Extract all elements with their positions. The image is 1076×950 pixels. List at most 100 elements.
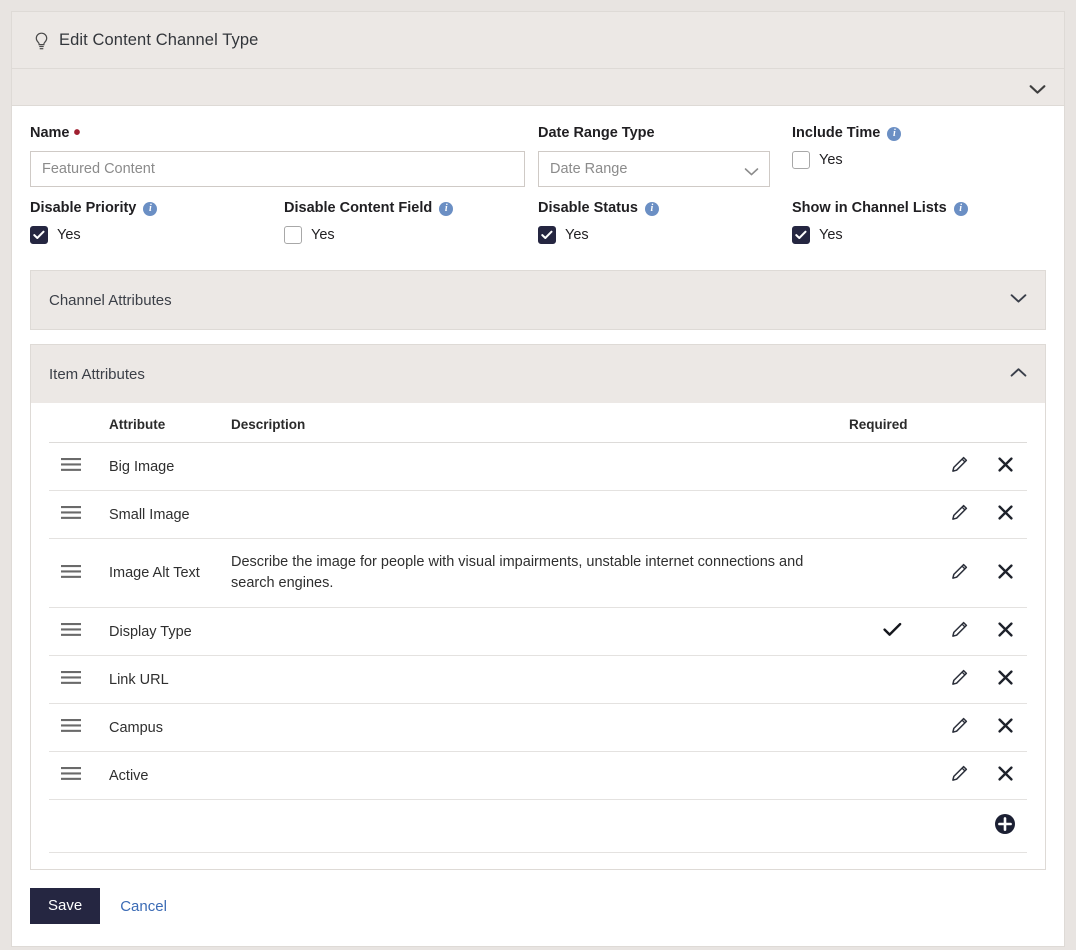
date-range-type-select[interactable]: Date Range <box>538 151 770 187</box>
close-icon[interactable] <box>997 622 1013 641</box>
close-icon[interactable] <box>997 505 1013 524</box>
table-row: Active <box>49 751 1027 800</box>
disable-content-field-checkbox-row[interactable]: Yes <box>284 226 538 244</box>
field-date-range-type-label: Date Range Type <box>538 124 792 143</box>
row-edit-cell <box>935 655 983 704</box>
channel-attributes-panel-header[interactable]: Channel Attributes <box>31 271 1045 329</box>
date-range-type-selected-value: Date Range <box>550 161 628 177</box>
pencil-icon[interactable] <box>951 504 968 525</box>
cancel-button[interactable]: Cancel <box>120 898 167 915</box>
row-drag-handle-cell <box>49 538 109 608</box>
show-in-channel-lists-checkbox[interactable] <box>792 226 810 244</box>
save-button[interactable]: Save <box>30 888 101 924</box>
row-drag-handle-cell <box>49 442 109 491</box>
row-drag-handle-cell <box>49 751 109 800</box>
info-icon[interactable]: i <box>953 201 968 216</box>
show-in-channel-lists-checkbox-row[interactable]: Yes <box>792 226 1046 244</box>
date-range-type-select-wrap: Date Range <box>538 151 770 187</box>
disable-status-checkbox[interactable] <box>538 226 556 244</box>
table-row: Big Image <box>49 442 1027 491</box>
row-description-cell <box>231 751 849 800</box>
row-delete-cell <box>983 490 1027 539</box>
row-edit-cell <box>935 607 983 656</box>
row-required-cell <box>849 538 935 608</box>
row-required-cell <box>849 655 935 704</box>
table-row: Image Alt Text Describe the image for peo… <box>49 538 1027 608</box>
close-icon[interactable] <box>997 718 1013 737</box>
disable-content-field-checkbox[interactable] <box>284 226 302 244</box>
channel-attributes-panel: Channel Attributes <box>30 270 1046 330</box>
card-header: Edit Content Channel Type <box>12 12 1064 69</box>
pencil-icon[interactable] <box>951 621 968 642</box>
row-attribute-cell: Big Image <box>109 442 231 491</box>
column-header-attribute: Attribute <box>109 403 231 443</box>
drag-handle-icon[interactable] <box>61 564 81 583</box>
close-icon[interactable] <box>997 563 1013 583</box>
disable-priority-checkbox-row[interactable]: Yes <box>30 226 284 244</box>
row-description-text: Describe the image for people with visua… <box>231 554 804 591</box>
card-collapse-bar[interactable] <box>12 69 1064 106</box>
row-description-cell <box>231 703 849 752</box>
row-attribute-name: Small Image <box>109 506 190 523</box>
row-required-cell <box>849 490 935 539</box>
field-name: Name • <box>30 123 538 187</box>
row-required-cell <box>849 607 935 656</box>
chevron-up-icon[interactable] <box>1010 365 1027 383</box>
row-attribute-cell: Image Alt Text <box>109 538 231 608</box>
add-attribute-cell <box>983 799 1027 853</box>
include-time-checkbox-row[interactable]: Yes <box>792 151 1046 169</box>
close-icon[interactable] <box>997 670 1013 689</box>
row-description-cell <box>231 607 849 656</box>
row-attribute-name: Image Alt Text <box>109 565 200 581</box>
table-row: Display Type <box>49 607 1027 656</box>
field-disable-content-field-label-text: Disable Content Field <box>284 200 433 216</box>
channel-attributes-panel-title: Channel Attributes <box>49 291 172 309</box>
close-icon[interactable] <box>997 766 1013 785</box>
disable-priority-checkbox[interactable] <box>30 226 48 244</box>
info-icon[interactable]: i <box>143 201 158 216</box>
column-header-delete <box>983 403 1027 443</box>
item-attributes-panel-body: Attribute Description Required Big Image… <box>31 403 1045 869</box>
drag-handle-icon[interactable] <box>61 505 81 524</box>
include-time-checkbox[interactable] <box>792 151 810 169</box>
row-description-cell <box>231 442 849 491</box>
add-row-spacer <box>49 799 983 853</box>
drag-handle-icon[interactable] <box>61 457 81 476</box>
field-disable-priority-label: Disable Priority i <box>30 199 284 218</box>
pencil-icon[interactable] <box>951 717 968 738</box>
column-header-handle <box>49 403 109 443</box>
field-disable-content-field: Disable Content Field i Yes <box>284 199 538 244</box>
pencil-icon[interactable] <box>951 669 968 690</box>
drag-handle-icon[interactable] <box>61 718 81 737</box>
info-icon[interactable]: i <box>439 201 454 216</box>
row-delete-cell <box>983 751 1027 800</box>
row-attribute-cell: Active <box>109 751 231 800</box>
row-required-cell <box>849 751 935 800</box>
field-disable-content-field-label: Disable Content Field i <box>284 199 538 218</box>
field-include-time-label-text: Include Time <box>792 125 881 141</box>
pencil-icon[interactable] <box>951 765 968 786</box>
name-input[interactable] <box>30 151 525 187</box>
pencil-icon[interactable] <box>951 456 968 477</box>
drag-handle-icon[interactable] <box>61 670 81 689</box>
chevron-down-icon[interactable] <box>1010 291 1027 309</box>
field-show-in-channel-lists-label-text: Show in Channel Lists <box>792 200 947 216</box>
drag-handle-icon[interactable] <box>61 622 81 641</box>
close-icon[interactable] <box>997 457 1013 476</box>
pencil-icon[interactable] <box>951 563 968 584</box>
row-edit-cell <box>935 751 983 800</box>
plus-circle-icon[interactable] <box>994 813 1016 839</box>
info-icon[interactable]: i <box>887 126 902 141</box>
field-date-range-type-label-text: Date Range Type <box>538 125 655 141</box>
row-delete-cell <box>983 655 1027 704</box>
row-attribute-cell: Campus <box>109 703 231 752</box>
row-attribute-cell: Link URL <box>109 655 231 704</box>
form-fields-grid: Name • Date Range Type Date Range <box>30 123 1046 256</box>
info-icon[interactable]: i <box>644 201 659 216</box>
chevron-down-icon[interactable] <box>1029 82 1046 94</box>
disable-status-checkbox-row[interactable]: Yes <box>538 226 792 244</box>
row-attribute-name: Active <box>109 767 149 784</box>
item-attributes-panel-header[interactable]: Item Attributes <box>31 345 1045 403</box>
column-header-edit <box>935 403 983 443</box>
drag-handle-icon[interactable] <box>61 766 81 785</box>
